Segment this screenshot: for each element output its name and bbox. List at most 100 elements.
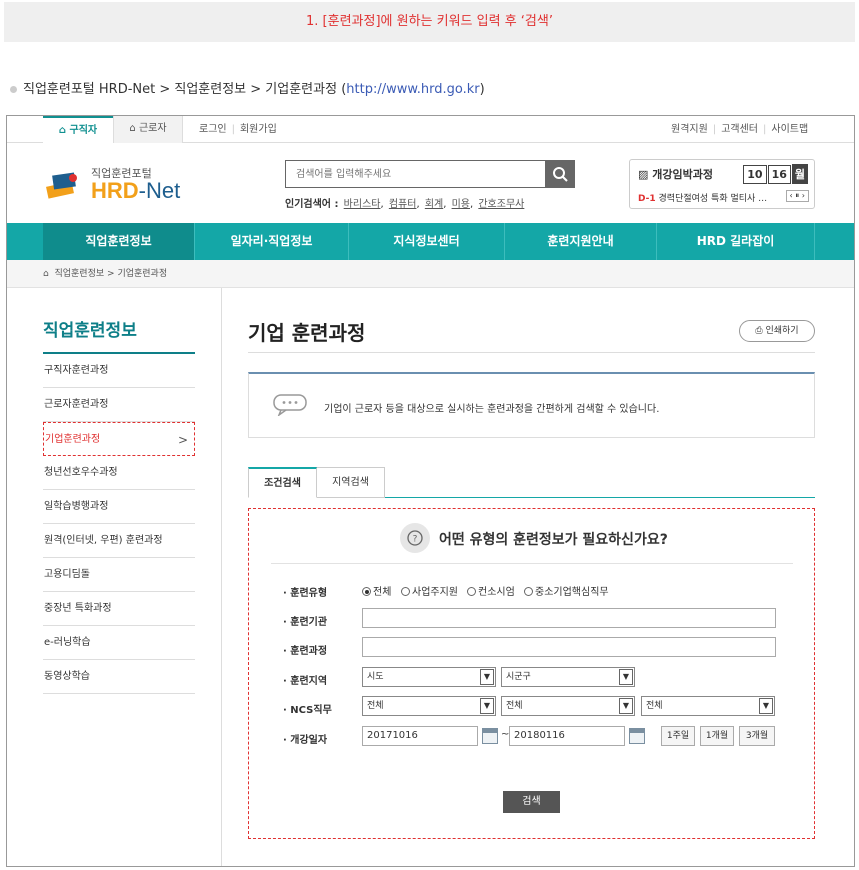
join-link[interactable]: 회원가입 <box>240 124 277 135</box>
hrd-net-logo[interactable]: 직업훈련포털 HRD-Net <box>43 162 193 206</box>
chevron-down-icon: ▼ <box>759 698 773 714</box>
radio-consortium[interactable]: 컨소시엄 <box>467 583 515 598</box>
keyword-link[interactable]: 미용 <box>452 199 470 210</box>
condition-search-form: ? 어떤 유형의 훈련정보가 필요하신가요? · 훈련유형 전체 사업주지원 컨… <box>248 508 815 839</box>
chevron-down-icon: ▼ <box>619 698 633 714</box>
breadcrumb-l1[interactable]: 직업훈련정보 <box>54 269 104 279</box>
heading-divider <box>271 563 793 564</box>
nav-knowledge[interactable]: 지식정보센터 <box>349 223 505 260</box>
chevron-down-icon: ▼ <box>480 698 494 714</box>
select-ncs-small[interactable]: 전체 ▼ <box>641 696 775 716</box>
remote-support-link[interactable]: 원격지원 <box>671 124 708 135</box>
side-item-youth[interactable]: 청년선호우수과정 <box>43 456 195 490</box>
nav-hrd-guide[interactable]: HRD 길라잡이 <box>657 223 815 260</box>
description-box: 기업이 근로자 등을 대상으로 실시하는 훈련과정을 간편하게 검색할 수 있습… <box>248 372 815 438</box>
select-ncs-large[interactable]: 전체 ▼ <box>362 696 496 716</box>
nav-jobs[interactable]: 일자리·직업정보 <box>195 223 349 260</box>
tab-condition-search[interactable]: 조건검색 <box>248 467 317 498</box>
upcoming-course-title: ▨ 개강임박과정 <box>638 168 713 181</box>
period-1month-button[interactable]: 1개월 <box>700 726 734 746</box>
site-url: http://www.hrd.go.kr <box>346 82 480 97</box>
row-start-date: · 개강일자 20171016 ~ 20180116 1주일 1개월 3개월 <box>283 726 783 748</box>
side-item-middle-aged[interactable]: 중장년 특화과정 <box>43 592 195 626</box>
question-icon: ? <box>400 523 430 553</box>
row-training-org: · 훈련기관 <box>283 608 783 630</box>
printer-icon: ⎙ <box>755 326 763 336</box>
carousel-controls[interactable]: ‹ ⏸ › <box>785 190 809 202</box>
training-course-input[interactable] <box>362 637 776 657</box>
keyword-link[interactable]: 간호조무사 <box>478 199 524 210</box>
search-button[interactable] <box>545 160 575 188</box>
nav-training-info[interactable]: 직업훈련정보 <box>43 223 195 260</box>
radio-employer[interactable]: 사업주지원 <box>401 583 458 598</box>
label-training-course: · 훈련과정 <box>283 646 328 657</box>
date-to-input[interactable]: 20180116 <box>509 726 625 746</box>
calendar-icon[interactable] <box>482 728 498 744</box>
upcoming-course-item[interactable]: D-1 경력단절여성 특화 멀티사 … <box>638 191 767 204</box>
calendar-icon[interactable] <box>629 728 645 744</box>
popular-label: 인기검색어 : <box>285 199 339 210</box>
side-menu-title: 직업훈련정보 <box>43 316 195 354</box>
select-sigungu[interactable]: 시군구 ▼ <box>501 667 635 687</box>
keyword-link[interactable]: 회계 <box>425 199 443 210</box>
tab-job-seeker[interactable]: ⌂ 구직자 <box>43 116 113 143</box>
radio-all[interactable]: 전체 <box>362 583 391 598</box>
side-item-worker[interactable]: 근로자훈련과정 <box>43 388 195 422</box>
auth-links: 로그인 | 회원가입 <box>199 124 277 135</box>
row-training-course: · 훈련과정 <box>283 637 783 659</box>
tab-worker[interactable]: ⌂ 근로자 <box>113 116 183 143</box>
label-ncs: · NCS직무 <box>283 705 332 716</box>
period-1week-button[interactable]: 1주일 <box>661 726 695 746</box>
upcoming-date: 10 16 월 <box>742 163 808 184</box>
logo-text: HRD-Net <box>91 178 181 203</box>
side-item-elearning[interactable]: e-러닝학습 <box>43 626 195 660</box>
print-button[interactable]: ⎙ 인쇄하기 <box>739 320 815 342</box>
page-title: 기업 훈련과정 <box>248 321 366 345</box>
nav-support-guide[interactable]: 훈련지원안내 <box>505 223 657 260</box>
path-text: 직업훈련포털 HRD-Net > 직업훈련정보 > 기업훈련과정 ( <box>23 82 347 97</box>
row-training-type: · 훈련유형 전체 사업주지원 컨소시엄 중소기업핵심직무 <box>283 579 783 601</box>
select-sido[interactable]: 시도 ▼ <box>362 667 496 687</box>
breadcrumb: ⌂ 직업훈련정보 > 기업훈련과정 <box>7 260 854 288</box>
label-training-type: · 훈련유형 <box>283 588 328 599</box>
keyword-link[interactable]: 바리스타 <box>344 199 381 210</box>
weekday-value: 월 <box>791 164 808 184</box>
side-item-remote[interactable]: 원격(인터넷, 우편) 훈련과정 <box>43 524 195 558</box>
radio-sme-core[interactable]: 중소기업핵심직무 <box>524 583 609 598</box>
login-link[interactable]: 로그인 <box>199 124 227 135</box>
chevron-down-icon: ▼ <box>619 669 633 685</box>
select-ncs-medium[interactable]: 전체 ▼ <box>501 696 635 716</box>
month-value: 10 <box>743 165 767 184</box>
label-training-region: · 훈련지역 <box>283 676 328 687</box>
side-item-work-study[interactable]: 일학습병행과정 <box>43 490 195 524</box>
search-icon <box>553 167 568 182</box>
logo-icon <box>46 172 77 199</box>
side-item-stepping-stone[interactable]: 고용디딤돌 <box>43 558 195 592</box>
sitemap-link[interactable]: 사이트맵 <box>771 124 808 135</box>
date-from-input[interactable]: 20171016 <box>362 726 478 746</box>
search-submit-button[interactable]: 검색 <box>503 791 560 813</box>
global-search <box>285 160 575 188</box>
side-item-enterprise[interactable]: 기업훈련과정 > <box>43 422 195 456</box>
svg-text:?: ? <box>413 535 418 545</box>
side-item-video[interactable]: 동영상학습 <box>43 660 195 694</box>
form-heading: 어떤 유형의 훈련정보가 필요하신가요? <box>439 532 668 548</box>
row-training-region: · 훈련지역 시도 ▼ 시군구 ▼ <box>283 667 783 689</box>
label-start-date: · 개강일자 <box>283 735 328 746</box>
speech-bubble-icon <box>273 394 307 416</box>
period-3month-button[interactable]: 3개월 <box>739 726 775 746</box>
training-org-input[interactable] <box>362 608 776 628</box>
site-path: 직업훈련포털 HRD-Net > 직업훈련정보 > 기업훈련과정 (http:/… <box>10 78 485 97</box>
title-divider <box>248 352 815 353</box>
description-text: 기업이 근로자 등을 대상으로 실시하는 훈련과정을 간편하게 검색할 수 있습… <box>324 404 660 415</box>
search-input[interactable] <box>286 161 546 187</box>
tab-region-search[interactable]: 지역검색 <box>317 467 385 498</box>
home-icon[interactable]: ⌂ <box>43 269 49 279</box>
row-ncs: · NCS직무 전체 ▼ 전체 ▼ 전체 ▼ <box>283 696 783 718</box>
keyword-link[interactable]: 컴퓨터 <box>389 199 417 210</box>
instruction-text: 1. [훈련과정]에 원하는 키워드 입력 후 ‘검색’ <box>306 14 553 29</box>
side-item-jobseeker[interactable]: 구직자훈련과정 <box>43 354 195 388</box>
side-menu: 직업훈련정보 구직자훈련과정 근로자훈련과정 기업훈련과정 > 청년선호우수과정 … <box>43 316 195 694</box>
customer-center-link[interactable]: 고객센터 <box>721 124 758 135</box>
instruction-banner: 1. [훈련과정]에 원하는 키워드 입력 후 ‘검색’ <box>4 2 855 42</box>
